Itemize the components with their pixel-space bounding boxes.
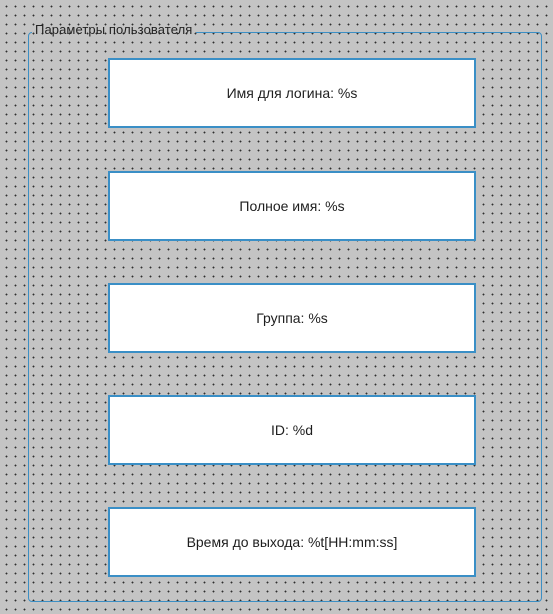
group-label: Группа: %s: [256, 310, 328, 326]
login-name-field[interactable]: Имя для логина: %s: [108, 58, 476, 128]
form-designer-canvas: Параметры пользователя Имя для логина: %…: [0, 0, 553, 614]
group-field[interactable]: Группа: %s: [108, 283, 476, 353]
id-label: ID: %d: [270, 422, 313, 438]
id-field[interactable]: ID: %d: [108, 395, 476, 465]
groupbox-title: Параметры пользователя: [32, 22, 197, 37]
login-name-label: Имя для логина: %s: [226, 85, 358, 101]
time-to-logout-label: Время до выхода: %t[HH:mm:ss]: [186, 534, 398, 550]
full-name-label: Полное имя: %s: [239, 198, 345, 214]
full-name-field[interactable]: Полное имя: %s: [108, 171, 476, 241]
time-to-logout-field[interactable]: Время до выхода: %t[HH:mm:ss]: [108, 507, 476, 577]
